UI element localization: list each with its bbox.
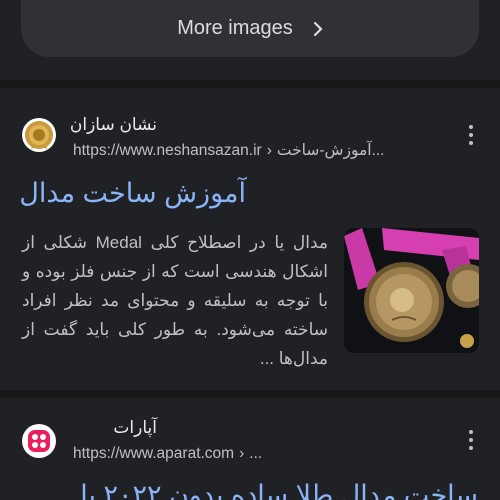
result-url[interactable]: https://www.neshansazan.ir › آموزش-ساخت... bbox=[73, 141, 384, 160]
url-breadcrumb: ... bbox=[249, 445, 263, 462]
more-images-button[interactable]: More images bbox=[21, 0, 479, 57]
breadcrumb-separator: › bbox=[266, 142, 272, 159]
url-breadcrumb: آموزش-ساخت... bbox=[276, 142, 385, 159]
more-images-label: More images bbox=[177, 17, 293, 39]
site-favicon bbox=[22, 424, 56, 458]
site-name: آپارات bbox=[113, 418, 157, 437]
result-title[interactable]: آموزش ساخت مدال bbox=[19, 178, 246, 209]
url-text: https://www.aparat.com bbox=[73, 445, 235, 462]
more-options-icon[interactable] bbox=[467, 430, 475, 450]
medal-photo-icon bbox=[344, 228, 479, 353]
neshansazan-logo-icon bbox=[25, 121, 53, 149]
result-url[interactable]: https://www.aparat.com ›... bbox=[73, 445, 262, 463]
site-favicon bbox=[22, 118, 56, 152]
more-options-icon[interactable] bbox=[467, 125, 475, 145]
url-text: https://www.neshansazan.ir bbox=[73, 142, 262, 159]
breadcrumb-separator: › bbox=[239, 445, 245, 462]
result-thumbnail[interactable] bbox=[344, 228, 479, 353]
search-result: آپارات https://www.aparat.com ›... ساخت م… bbox=[0, 398, 500, 500]
aparat-logo-icon bbox=[28, 430, 50, 452]
result-title[interactable]: ساخت مدال طلا ساده بدون ۲۰۲۲ با bbox=[80, 480, 478, 500]
site-name: نشان سازان bbox=[69, 115, 157, 134]
result-snippet: مدال یا در اصطلاح کلی Medal شکلی از اشکا… bbox=[22, 233, 328, 368]
section-divider bbox=[0, 390, 500, 398]
search-result: نشان سازان https://www.neshansazan.ir › آم… bbox=[0, 88, 500, 390]
section-divider bbox=[0, 80, 500, 88]
images-card: More images bbox=[0, 0, 500, 80]
chevron-right-icon bbox=[313, 21, 323, 36]
